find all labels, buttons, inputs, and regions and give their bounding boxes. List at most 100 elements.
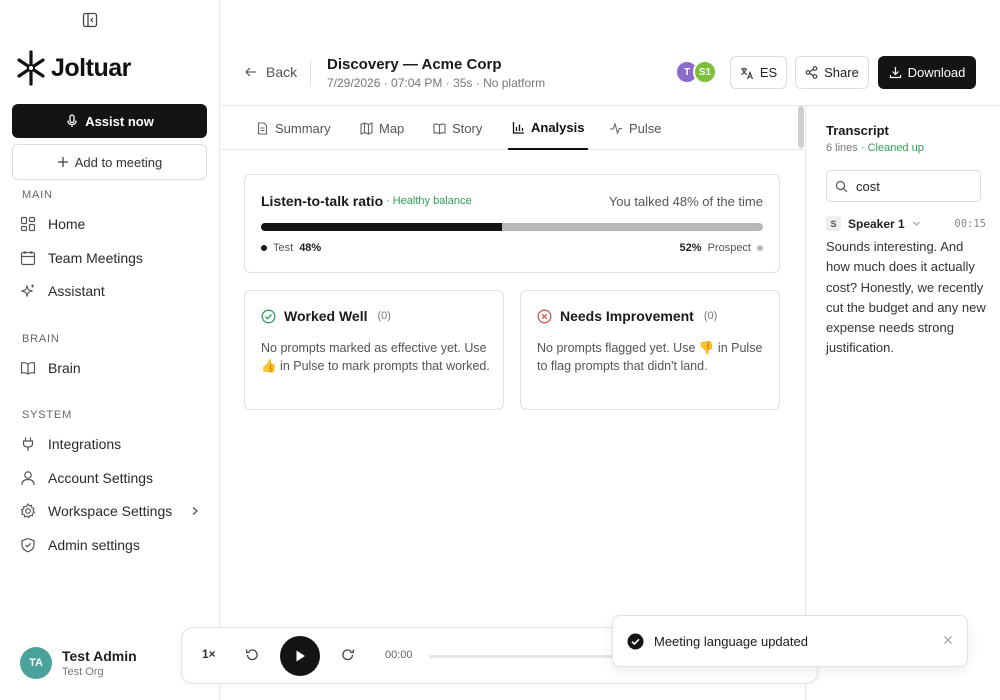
card-count: (0) bbox=[377, 310, 391, 322]
tab-label: Pulse bbox=[629, 120, 662, 136]
plus-icon bbox=[57, 157, 68, 167]
back-button[interactable]: Back bbox=[244, 64, 297, 80]
sidebar-toggle-icon[interactable] bbox=[82, 12, 98, 28]
sidebar-item-home[interactable]: Home bbox=[20, 212, 200, 236]
x-circle-icon bbox=[537, 309, 552, 323]
forward-icon[interactable] bbox=[340, 647, 356, 663]
toast-message: Meeting language updated bbox=[654, 633, 808, 649]
speaker-name: Speaker 1 bbox=[848, 216, 905, 231]
transcript-search-input[interactable]: cost bbox=[826, 170, 981, 202]
user-org: Test Org bbox=[62, 666, 104, 678]
transcript-text: Sounds interesting. And how much does it… bbox=[826, 239, 986, 356]
plug-icon bbox=[22, 437, 34, 451]
assist-now-button[interactable]: Assist now bbox=[12, 104, 207, 138]
calendar-icon bbox=[20, 251, 36, 266]
download-label: Download bbox=[907, 65, 966, 80]
sidebar-item-team-meetings[interactable]: Team Meetings bbox=[20, 246, 200, 270]
needs-improvement-card: Needs Improvement (0) No prompts flagged… bbox=[520, 290, 780, 410]
shield-icon bbox=[21, 537, 35, 553]
sidebar-item-assistant[interactable]: Assistant bbox=[20, 279, 200, 303]
ratio-legend-prospect: 52% Prospect bbox=[680, 242, 763, 254]
grid-icon bbox=[20, 216, 36, 232]
card-count: (0) bbox=[703, 310, 718, 322]
page-title: Discovery — Acme Corp bbox=[327, 56, 502, 73]
tab-label: Analysis bbox=[531, 119, 585, 135]
download-icon bbox=[889, 67, 901, 79]
tab-label: Story bbox=[452, 120, 483, 136]
sidebar-item-integrations[interactable]: Integrations bbox=[20, 432, 200, 456]
play-icon bbox=[296, 650, 305, 662]
meeting-header: Back Discovery — Acme Corp 7/29/2026 · 0… bbox=[220, 40, 1000, 106]
transcript-panel: Transcript 6 lines · Cleaned up cost S S… bbox=[805, 106, 1000, 700]
arrow-left-icon bbox=[245, 67, 256, 77]
play-button[interactable] bbox=[280, 636, 320, 676]
scrollbar[interactable] bbox=[798, 106, 804, 148]
share-button[interactable]: Share bbox=[795, 56, 869, 89]
legend-dot bbox=[757, 245, 763, 251]
tab-label: Map bbox=[379, 120, 405, 136]
sidebar-item-brain[interactable]: Brain bbox=[20, 356, 200, 380]
share-icon bbox=[805, 66, 818, 79]
transcript-meta: 6 lines · Cleaned up bbox=[826, 142, 924, 154]
participant-avatars[interactable]: T S1 bbox=[675, 60, 717, 84]
check-circle-icon bbox=[261, 309, 276, 323]
tab-story[interactable]: Story bbox=[433, 106, 482, 150]
logo-text: Joltuar bbox=[51, 53, 131, 82]
sidebar-item-admin-settings[interactable]: Admin settings bbox=[20, 533, 200, 557]
search-icon bbox=[835, 180, 848, 192]
logo-icon bbox=[17, 50, 45, 86]
sidebar-item-workspace-settings[interactable]: Workspace Settings bbox=[20, 499, 200, 523]
tab-label: Summary bbox=[275, 120, 331, 136]
sidebar-item-label: Account Settings bbox=[48, 470, 154, 486]
sparkles-icon bbox=[20, 284, 34, 298]
chevron-right-icon bbox=[192, 507, 198, 515]
transcript-title: Transcript bbox=[826, 123, 889, 138]
sidebar-item-label: Home bbox=[48, 216, 86, 232]
legend-name: Test bbox=[273, 242, 294, 254]
search-value: cost bbox=[856, 178, 880, 194]
transcript-status: · Cleaned up bbox=[860, 142, 924, 154]
legend-percent: 52% bbox=[679, 242, 702, 254]
ratio-bar-fill bbox=[261, 223, 502, 231]
document-icon bbox=[257, 121, 268, 135]
map-icon bbox=[360, 121, 373, 135]
close-icon[interactable] bbox=[943, 635, 953, 645]
tab-map[interactable]: Map bbox=[360, 106, 404, 150]
sidebar-item-label: Brain bbox=[48, 360, 81, 376]
avatar: TA bbox=[20, 647, 52, 679]
sidebar-item-label: Workspace Settings bbox=[48, 503, 173, 519]
sidebar-item-label: Integrations bbox=[48, 436, 122, 452]
tab-pulse[interactable]: Pulse bbox=[609, 106, 662, 150]
sidebar-item-label: Admin settings bbox=[48, 537, 140, 553]
worked-well-card: Worked Well (0) No prompts marked as eff… bbox=[244, 290, 504, 410]
card-body: No prompts flagged yet. Use 👎 in Pulse t… bbox=[537, 341, 763, 373]
microphone-icon bbox=[67, 114, 77, 127]
legend-dot bbox=[261, 245, 267, 251]
language-label: ES bbox=[759, 65, 778, 80]
participant-avatar: S1 bbox=[693, 60, 717, 84]
sidebar-item-account-settings[interactable]: Account Settings bbox=[20, 466, 200, 490]
user-profile[interactable]: TA Test Admin Test Org bbox=[20, 647, 137, 679]
download-button[interactable]: Download bbox=[878, 56, 976, 89]
tab-analysis[interactable]: Analysis bbox=[508, 106, 589, 150]
section-label-main: MAIN bbox=[22, 189, 53, 201]
toast-notification: Meeting language updated bbox=[612, 615, 968, 667]
playback-speed-button[interactable]: 1× bbox=[202, 647, 216, 661]
add-to-meeting-button[interactable]: Add to meeting bbox=[12, 144, 207, 180]
transcript-speaker[interactable]: S Speaker 1 00:15 bbox=[826, 216, 986, 231]
logo[interactable]: Joltuar bbox=[15, 50, 131, 86]
bar-chart-icon bbox=[512, 121, 524, 134]
card-title: Needs Improvement bbox=[560, 308, 694, 324]
ratio-title: Listen-to-talk ratio bbox=[261, 193, 384, 209]
back-label: Back bbox=[266, 64, 298, 80]
rewind-icon[interactable] bbox=[244, 647, 260, 663]
sidebar-item-label: Assistant bbox=[48, 283, 105, 299]
language-button[interactable]: ES bbox=[730, 56, 787, 89]
meeting-tabs: Summary Map Story Analysis Pulse bbox=[220, 106, 804, 150]
tab-summary[interactable]: Summary bbox=[256, 106, 331, 150]
card-title: Worked Well bbox=[284, 308, 368, 324]
share-label: Share bbox=[824, 65, 859, 80]
legend-name: Prospect bbox=[707, 242, 751, 254]
listen-talk-ratio-card: Listen-to-talk ratio · Healthy balance Y… bbox=[244, 174, 780, 273]
timestamp[interactable]: 00:15 bbox=[954, 218, 986, 230]
